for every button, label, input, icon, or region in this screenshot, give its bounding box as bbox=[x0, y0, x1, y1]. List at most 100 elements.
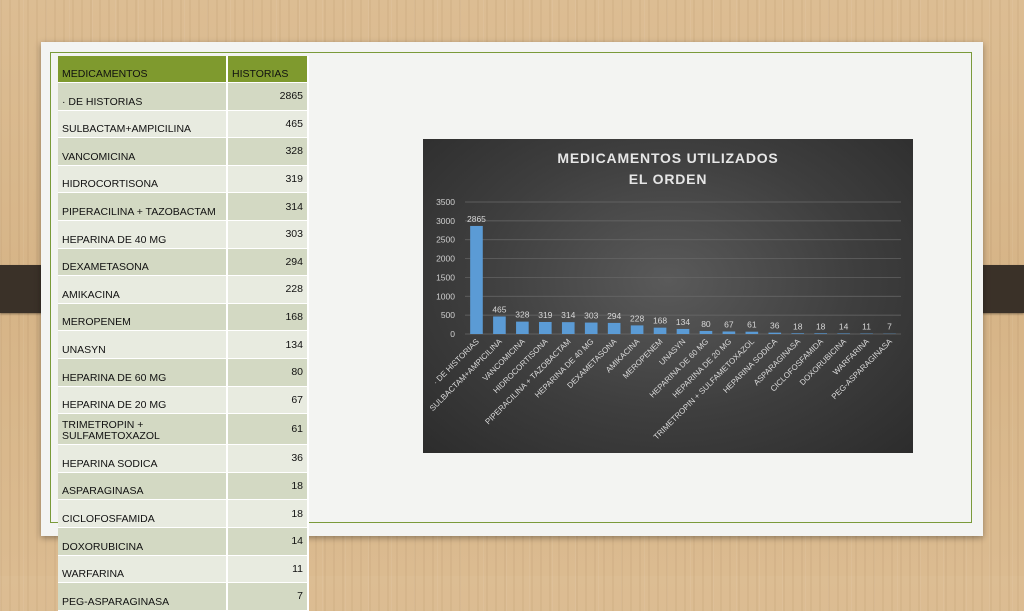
y-tick-label: 2000 bbox=[436, 254, 455, 264]
y-tick-label: 500 bbox=[441, 310, 455, 320]
row-historias-value: 303 bbox=[227, 220, 308, 248]
row-historias-value: 11 bbox=[227, 555, 308, 583]
row-historias-value: 61 bbox=[227, 414, 308, 445]
row-historias-value: 14 bbox=[227, 527, 308, 555]
chart-title: EL ORDEN bbox=[629, 171, 708, 187]
bar bbox=[723, 331, 736, 334]
table-row: VANCOMICINA328 bbox=[58, 138, 308, 166]
y-tick-label: 1500 bbox=[436, 272, 455, 282]
row-medication-name: · DE HISTORIAS bbox=[58, 83, 227, 111]
row-medication-name: ASPARAGINASA bbox=[58, 472, 227, 500]
table-row: CICLOFOSFAMIDA18 bbox=[58, 500, 308, 528]
bar bbox=[677, 329, 690, 334]
row-historias-value: 314 bbox=[227, 193, 308, 221]
data-label: 328 bbox=[515, 310, 529, 320]
data-label: 11 bbox=[862, 322, 871, 332]
table-row: HEPARINA DE 60 MG80 bbox=[58, 358, 308, 386]
row-historias-value: 18 bbox=[227, 472, 308, 500]
row-medication-name: WARFARINA bbox=[58, 555, 227, 583]
table-row: ASPARAGINASA18 bbox=[58, 472, 308, 500]
bar bbox=[768, 333, 781, 334]
row-historias-value: 36 bbox=[227, 445, 308, 473]
data-label: 80 bbox=[701, 319, 711, 329]
table-header-row: MEDICAMENTOS HISTORIAS bbox=[58, 56, 308, 83]
data-label: 465 bbox=[492, 304, 506, 314]
y-tick-label: 2500 bbox=[436, 235, 455, 245]
row-historias-value: 228 bbox=[227, 276, 308, 304]
row-medication-name: DEXAMETASONA bbox=[58, 248, 227, 276]
table-row: PEG-ASPARAGINASA7 bbox=[58, 583, 308, 611]
y-tick-label: 0 bbox=[450, 329, 455, 339]
row-historias-value: 7 bbox=[227, 583, 308, 611]
table-row: HEPARINA DE 20 MG67 bbox=[58, 386, 308, 414]
data-label: 314 bbox=[561, 310, 575, 320]
table-row: HEPARINA SODICA36 bbox=[58, 445, 308, 473]
bar bbox=[837, 333, 850, 334]
bar bbox=[516, 322, 529, 334]
bar bbox=[654, 328, 667, 334]
row-medication-name: PIPERACILINA + TAZOBACTAM bbox=[58, 193, 227, 221]
row-medication-name: HEPARINA DE 20 MG bbox=[58, 386, 227, 414]
row-medication-name: VANCOMICINA bbox=[58, 138, 227, 166]
data-label: 319 bbox=[538, 310, 552, 320]
data-label: 168 bbox=[653, 316, 667, 326]
row-medication-name: DOXORUBICINA bbox=[58, 527, 227, 555]
row-medication-name: SULBACTAM+AMPICILINA bbox=[58, 110, 227, 138]
data-label: 7 bbox=[887, 322, 892, 332]
table-row: UNASYN134 bbox=[58, 331, 308, 359]
data-label: 61 bbox=[747, 320, 757, 330]
row-historias-value: 80 bbox=[227, 358, 308, 386]
header-medicamentos: MEDICAMENTOS bbox=[58, 56, 227, 83]
row-historias-value: 134 bbox=[227, 331, 308, 359]
table-row: TRIMETROPIN + SULFAMETOXAZOL61 bbox=[58, 414, 308, 445]
row-historias-value: 294 bbox=[227, 248, 308, 276]
row-historias-value: 2865 bbox=[227, 83, 308, 111]
table-row: DEXAMETASONA294 bbox=[58, 248, 308, 276]
y-tick-label: 3500 bbox=[436, 197, 455, 207]
table-row: DOXORUBICINA14 bbox=[58, 527, 308, 555]
chart-title: MEDICAMENTOS UTILIZADOS bbox=[557, 150, 778, 166]
table-row: PIPERACILINA + TAZOBACTAM314 bbox=[58, 193, 308, 221]
row-historias-value: 465 bbox=[227, 110, 308, 138]
header-historias: HISTORIAS bbox=[227, 56, 308, 83]
table-row: HIDROCORTISONA319 bbox=[58, 165, 308, 193]
data-label: 228 bbox=[630, 313, 644, 323]
data-label: 36 bbox=[770, 321, 780, 331]
data-label: 18 bbox=[793, 321, 803, 331]
bar bbox=[814, 333, 827, 334]
bar bbox=[700, 331, 713, 334]
row-medication-name: AMIKACINA bbox=[58, 276, 227, 304]
bar bbox=[746, 332, 759, 334]
medications-table: MEDICAMENTOS HISTORIAS · DE HISTORIAS286… bbox=[58, 56, 309, 611]
row-medication-name: HEPARINA DE 60 MG bbox=[58, 358, 227, 386]
row-historias-value: 168 bbox=[227, 303, 308, 331]
bar bbox=[585, 323, 598, 334]
table-row: HEPARINA DE 40 MG303 bbox=[58, 220, 308, 248]
row-medication-name: UNASYN bbox=[58, 331, 227, 359]
row-historias-value: 67 bbox=[227, 386, 308, 414]
bar bbox=[493, 316, 506, 334]
bar-chart: MEDICAMENTOS UTILIZADOS EL ORDEN 0 500 1000 1… bbox=[423, 139, 913, 453]
y-tick-label: 1000 bbox=[436, 291, 455, 301]
chart-svg: MEDICAMENTOS UTILIZADOS EL ORDEN 0 500 1000 1… bbox=[423, 139, 913, 453]
bar bbox=[791, 333, 804, 334]
bar bbox=[631, 325, 644, 334]
table-row: · DE HISTORIAS2865 bbox=[58, 83, 308, 111]
bar bbox=[539, 322, 552, 334]
bar bbox=[608, 323, 621, 334]
data-label: 14 bbox=[839, 321, 849, 331]
y-tick-label: 3000 bbox=[436, 216, 455, 226]
row-medication-name: CICLOFOSFAMIDA bbox=[58, 500, 227, 528]
row-medication-name: HEPARINA DE 40 MG bbox=[58, 220, 227, 248]
row-historias-value: 319 bbox=[227, 165, 308, 193]
data-label: 67 bbox=[724, 319, 734, 329]
bar bbox=[470, 226, 483, 334]
table-row: WARFARINA11 bbox=[58, 555, 308, 583]
row-medication-name: HEPARINA SODICA bbox=[58, 445, 227, 473]
row-historias-value: 18 bbox=[227, 500, 308, 528]
row-medication-name: TRIMETROPIN + SULFAMETOXAZOL bbox=[58, 414, 227, 445]
row-medication-name: MEROPENEM bbox=[58, 303, 227, 331]
data-label: 134 bbox=[676, 317, 690, 327]
table-row: MEROPENEM168 bbox=[58, 303, 308, 331]
data-label: 2865 bbox=[467, 214, 486, 224]
